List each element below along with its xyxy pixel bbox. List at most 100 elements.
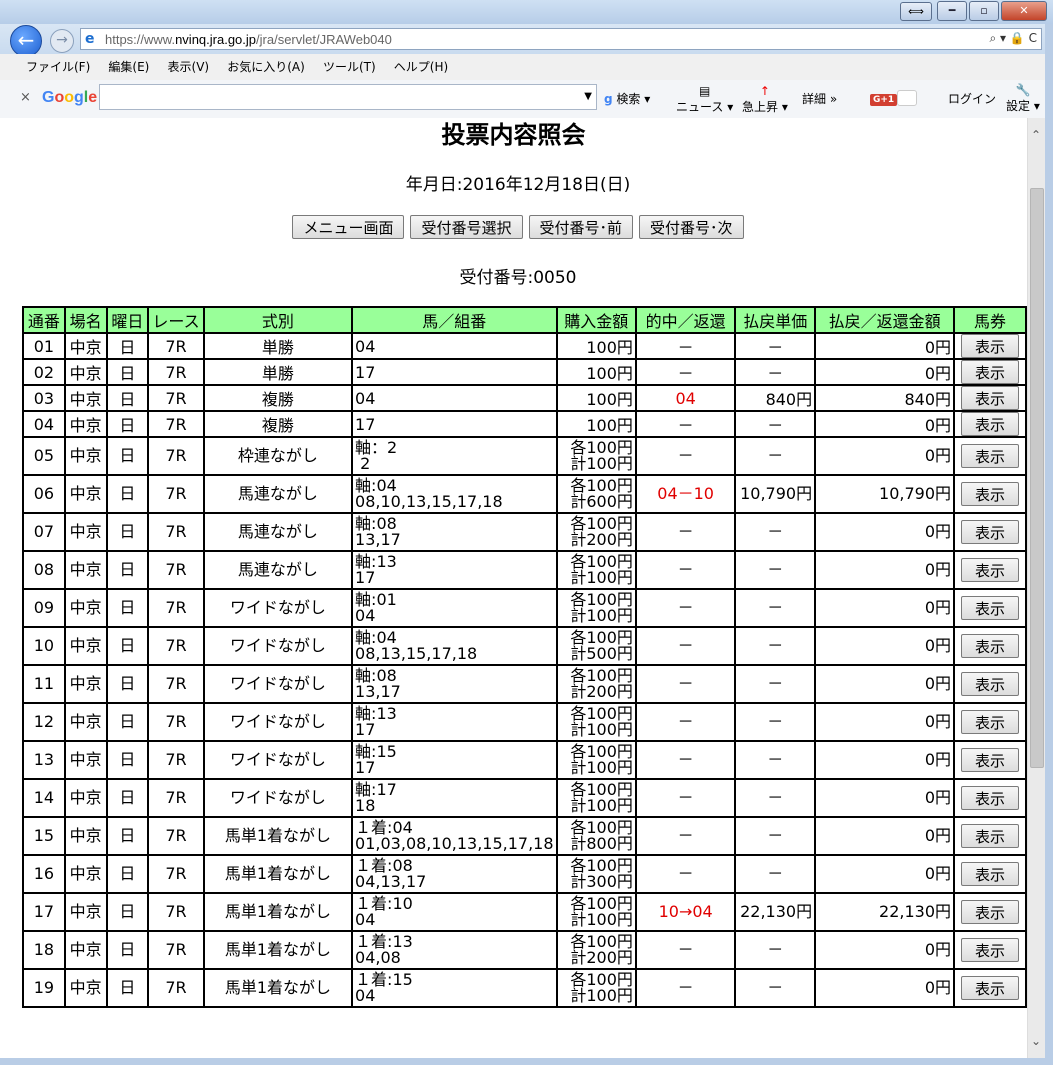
receipt-prev-button[interactable]: 受付番号･前 [528,215,634,239]
close-window-button[interactable]: ✕ [1001,1,1047,21]
menu-help[interactable]: ヘルプ(H) [394,54,448,80]
cell-no: 13 [22,740,66,780]
news-button[interactable]: ▤ ニュース ▾ [676,84,733,115]
menu-file[interactable]: ファイル(F) [26,54,90,80]
menu-edit[interactable]: 編集(E) [108,54,149,80]
receipt-select-button[interactable]: 受付番号選択 [410,215,523,239]
show-ticket-button[interactable]: 表示 [961,334,1020,358]
show-ticket-button[interactable]: 表示 [961,710,1020,734]
chevron-down-icon[interactable]: ▼ [584,91,592,102]
expand-icon[interactable]: ⟺ [900,2,932,21]
settings-button[interactable]: 🔧 設定 ▾ [1006,83,1040,114]
cell-race: 7R [147,740,205,780]
row-venue: 中京 [69,864,102,883]
show-ticket-button[interactable]: 表示 [961,360,1020,384]
gplus-button[interactable]: G+1 [870,90,918,106]
row-race: 7R [165,902,187,921]
row-race: 7R [165,522,187,541]
menu-tools[interactable]: ツール(T) [323,54,376,80]
row-unit-price: － [767,446,784,465]
address-tools[interactable]: ⌕ ▾ 🔒 C [989,31,1037,46]
google-search-button[interactable]: g 検索 ▾ [604,90,650,107]
cell-bet-type: ワイドながし [202,588,354,628]
table-row: 01 中京日 7R 単勝 04 100円 － － 0円 表示 [22,332,1027,360]
google-search-input[interactable]: ▼ [99,84,597,110]
row-day: 日 [119,978,136,997]
row-no: 01 [33,336,55,356]
address-bar[interactable]: e https://www.nvinq.jra.go.jp/jra/servle… [80,28,1042,50]
cell-day: 日 [105,778,150,818]
menu-screen-button[interactable]: メニュー画面 [292,215,405,239]
cell-no: 09 [22,588,66,628]
row-payout: 0円 [924,522,952,541]
minimize-button[interactable]: ━ [937,1,967,21]
show-ticket-button[interactable]: 表示 [961,482,1020,506]
page-title: 投票内容照会 [441,121,586,149]
cell-race: 7R [147,512,205,552]
show-ticket-button[interactable]: 表示 [961,900,1020,924]
scroll-down-icon[interactable]: ⌄ [1031,1034,1041,1048]
row-horse-sub: 13,17 [355,530,401,549]
scroll-thumb[interactable] [1030,188,1044,768]
cell-payout: 0円 [814,358,956,386]
row-amount-total: 計100円 [570,568,633,587]
cell-payout: 0円 [814,626,956,666]
header-unit: 払戻単価 [734,306,817,334]
table-row: 09 中京日 7R ワイドながし 軸:01 04 各100円 計100円－－ 0円 表示 [22,588,1027,628]
show-ticket-button[interactable]: 表示 [961,938,1020,962]
back-button[interactable]: ← [10,25,42,57]
row-bet-type: 複勝 [261,390,294,409]
row-payout: 0円 [924,338,952,357]
cell-unit: － [734,664,817,704]
forward-button[interactable]: → [50,29,74,53]
show-ticket-button[interactable]: 表示 [961,444,1020,468]
show-ticket-button[interactable]: 表示 [961,748,1020,772]
show-ticket-button[interactable]: 表示 [961,596,1020,620]
cell-hit: － [634,854,737,894]
maximize-button[interactable]: ▫ [969,1,999,21]
cell-day: 日 [105,664,150,704]
cell-no: 17 [22,892,66,932]
show-ticket-button[interactable]: 表示 [961,558,1020,582]
show-ticket-button[interactable]: 表示 [961,672,1020,696]
show-ticket-button[interactable]: 表示 [961,634,1020,658]
cell-race: 7R [147,588,205,628]
trending-button[interactable]: ↑ 急上昇 ▾ [742,84,788,115]
row-day: 日 [119,864,136,883]
close-toolbar-icon[interactable]: × [20,90,31,105]
menu-favorites[interactable]: お気に入り(A) [227,54,305,80]
row-unit-price: － [767,674,784,693]
show-ticket-button[interactable]: 表示 [961,862,1020,886]
row-venue: 中京 [69,484,102,503]
row-amount-total: 計600円 [570,492,633,511]
show-ticket-button[interactable]: 表示 [961,412,1020,436]
row-unit-price: 22,130円 [740,902,813,921]
show-ticket-button[interactable]: 表示 [961,824,1020,848]
vertical-scrollbar[interactable]: ⌃ ⌄ [1027,118,1046,1058]
row-horse-main: 軸:01 [355,590,397,609]
row-unit-price: － [767,636,784,655]
table-row: 16 中京日 7R 馬単1着ながし １着:08 04,13,17 各100円 計300円 － － 0… [22,854,1027,894]
row-no: 17 [33,902,55,921]
table-row: 08 中京日 7R 馬連ながし 軸:13 17 各100円 計100円－－ 0円 表示 [22,550,1027,590]
details-button[interactable]: 詳細 » [802,90,837,107]
cell-ticket: 表示 [953,474,1027,514]
row-horse-main: 軸:13 [355,552,397,571]
row-horse-sub: 04,08 [355,948,401,967]
row-race: 7R [165,446,187,465]
header-bet-type: 式別 [202,306,354,334]
show-ticket-button[interactable]: 表示 [961,386,1020,410]
row-horse-sub: 17 [355,758,376,777]
show-ticket-button[interactable]: 表示 [961,520,1020,544]
scroll-up-icon[interactable]: ⌃ [1031,128,1041,142]
receipt-next-button[interactable]: 受付番号･次 [639,215,744,239]
cell-horse: １着:04 01,03,08,10,13,15,17,18 [351,816,558,856]
login-button[interactable]: ログイン [948,90,996,107]
show-ticket-button[interactable]: 表示 [961,786,1020,810]
table-row: 06 中京日 7R 馬連ながし 軸:04 08,10,13,15,17,18 各100円 計6… [22,474,1027,514]
row-day: 日 [119,826,136,845]
row-race: 7R [165,362,187,382]
show-ticket-button[interactable]: 表示 [961,976,1020,1000]
menu-view[interactable]: 表示(V) [168,54,210,80]
header-ticket: 馬券 [953,306,1027,334]
